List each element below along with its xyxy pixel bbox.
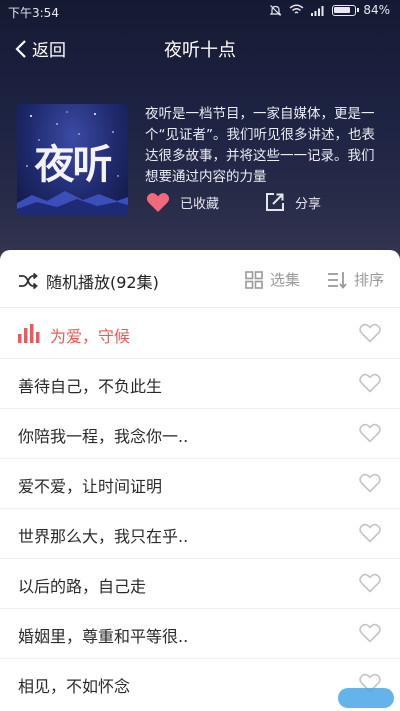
episode-title: 爱不爱，让时间证明 [18,477,163,496]
episode-row-active[interactable]: 为爱，守候 [0,309,400,359]
status-icons: 84% [269,3,390,17]
wifi-icon [289,4,304,14]
mute-bell-icon [269,4,282,16]
share-icon [266,193,284,211]
heart-outline-icon[interactable] [359,573,381,593]
heart-outline-icon[interactable] [359,373,381,393]
shuffle-icon [19,272,38,290]
episode-row[interactable]: 以后的路，自己走 [0,559,400,609]
grid-icon [245,270,263,289]
episode-title: 以后的路，自己走 [18,577,147,596]
episode-row[interactable]: 婚姻里，尊重和平等很.. [0,609,400,659]
sort-button[interactable]: 排序 [327,269,384,290]
battery-level: 84% [363,3,390,17]
program-header: 下午3:54 84% 返回 夜听十点 夜听 夜听是一档节目，一家自媒体，更是一个… [0,0,400,262]
playing-bars-icon [18,324,40,343]
status-bar: 下午3:54 84% [0,0,400,24]
heart-outline-icon[interactable] [359,423,381,443]
page-title: 夜听十点 [164,40,236,61]
episode-title: 善待自己，不负此生 [18,377,163,396]
episode-row[interactable]: 你陪我一程，我念你一.. [0,409,400,459]
select-episodes-button[interactable]: 选集 [245,269,300,290]
share-label: 分享 [295,196,322,212]
episode-title: 为爱，守候 [50,327,131,346]
favorite-button[interactable]: 已收藏 [146,192,219,213]
heart-outline-icon[interactable] [359,623,381,643]
program-description: 夜听是一档节目，一家自媒体，更是一个“见证者”。我们听见很多讲述，也表达很多故事… [145,106,375,185]
status-time: 下午3:54 [8,6,59,20]
episode-row[interactable]: 世界那么大，我只在乎.. [0,509,400,559]
signal-icon [311,5,324,16]
favorite-label: 已收藏 [180,197,220,212]
sort-label: 排序 [354,271,385,289]
heart-outline-icon[interactable] [359,473,381,493]
shuffle-play-button[interactable]: 随机播放(92集) [18,269,159,293]
episode-row[interactable]: 爱不爱，让时间证明 [0,459,400,509]
select-label: 选集 [270,271,301,289]
episode-sheet: 随机播放(92集) 选集 排序 为爱，守候 善待自己，不负此生 你陪我一程，我念… [0,250,400,711]
sort-icon [328,271,347,289]
heart-outline-icon[interactable] [359,523,381,543]
episode-title: 世界那么大，我只在乎.. [18,527,189,546]
episode-toolbar: 随机播放(92集) 选集 排序 [0,250,400,308]
share-button[interactable]: 分享 [265,192,321,212]
cover-title: 夜听 [34,141,113,188]
episode-title: 相见，不如怀念 [18,677,131,696]
episode-title: 婚姻里，尊重和平等很.. [18,627,189,646]
program-cover[interactable]: 夜听 [17,104,128,215]
heart-outline-icon[interactable] [359,323,381,343]
shuffle-label: 随机播放(92集) [46,273,159,292]
battery-icon [332,4,360,16]
navigation-bar: 返回 夜听十点 [0,28,400,68]
heart-icon [146,193,170,212]
cover-mountains [17,191,128,215]
watermark-badge [338,688,394,708]
episode-row[interactable]: 善待自己，不负此生 [0,359,400,409]
episode-title: 你陪我一程，我念你一.. [18,427,189,446]
